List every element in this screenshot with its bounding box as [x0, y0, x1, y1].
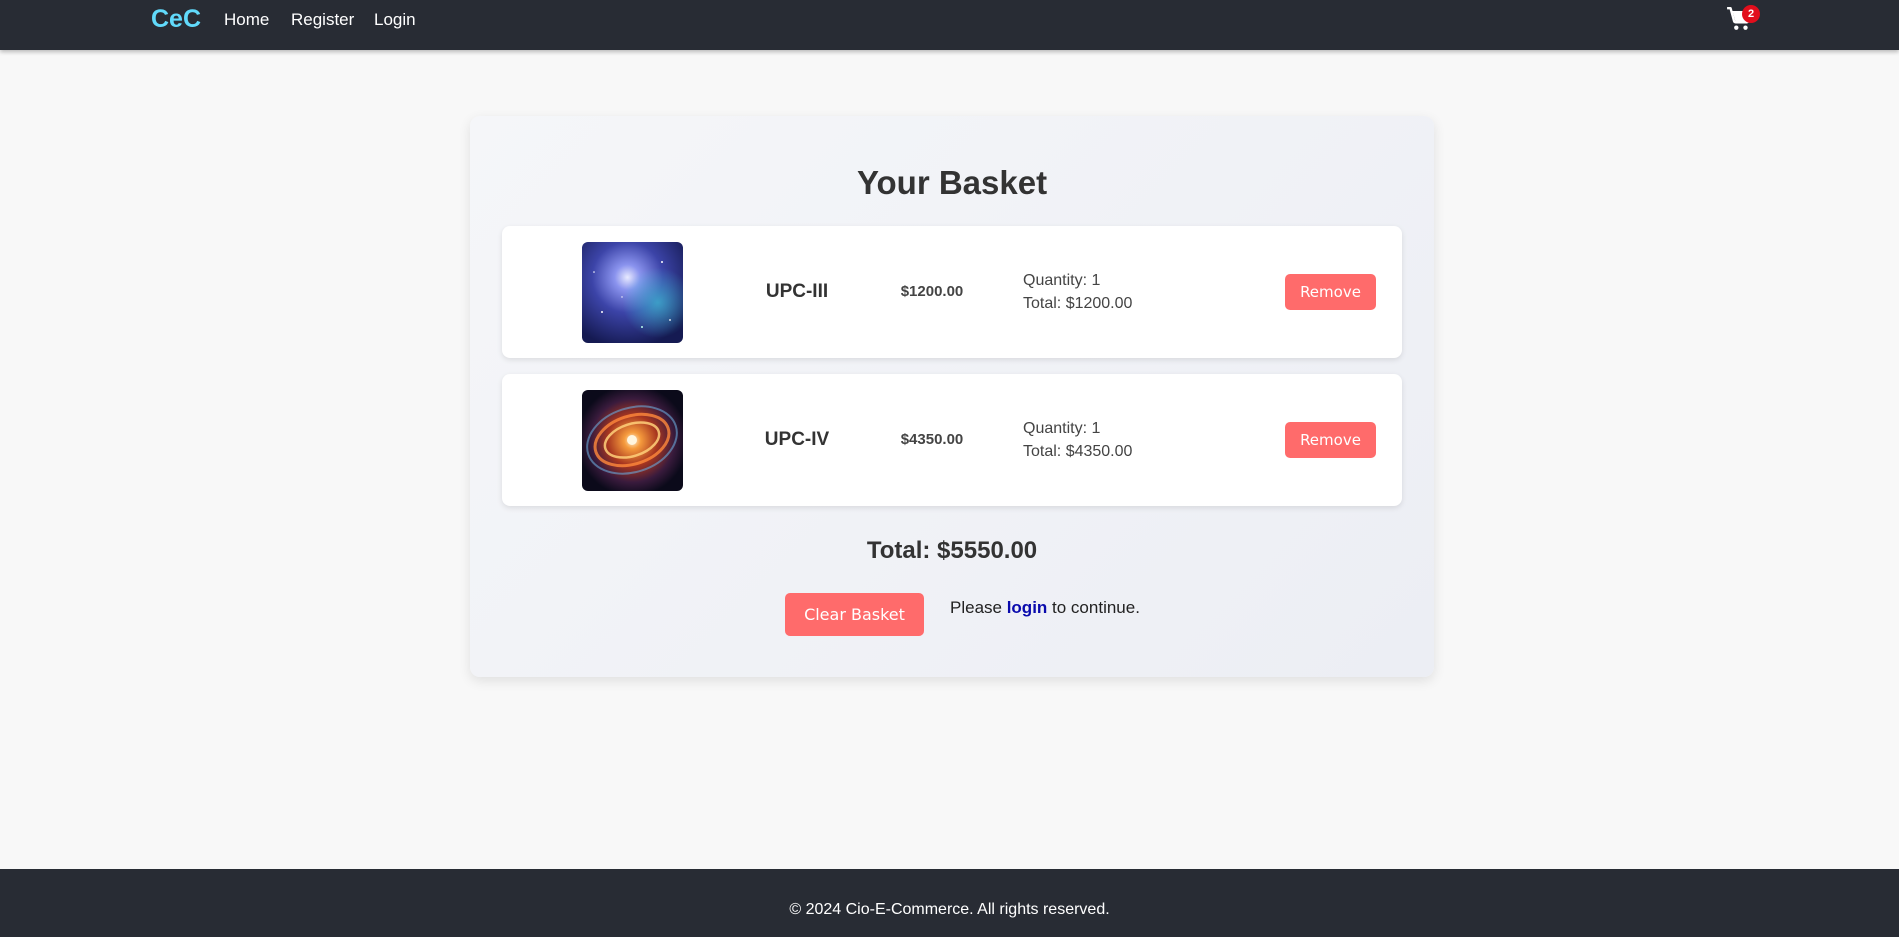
- basket-grand-total: Total: $5550.00: [866, 537, 1038, 564]
- cart-count-badge: 2: [1742, 5, 1760, 23]
- basket-item: UPC-III $1200.00 Quantity: 1 Total: $120…: [502, 226, 1402, 358]
- item-price: $4350.00: [900, 431, 964, 448]
- item-quantity: Quantity: 1: [1023, 272, 1101, 289]
- top-navbar: CeC Home Register Login 2: [0, 0, 1899, 50]
- login-link[interactable]: login: [1007, 598, 1048, 617]
- basket-title: Your Basket: [856, 164, 1048, 201]
- item-name: UPC-III: [765, 281, 829, 302]
- login-prompt-suffix: to continue.: [1047, 598, 1140, 617]
- remove-item-button[interactable]: Remove: [1285, 274, 1376, 310]
- item-price: $1200.00: [900, 283, 964, 300]
- brand-logo[interactable]: CeC: [151, 5, 201, 34]
- basket-item: UPC-IV $4350.00 Quantity: 1 Total: $4350…: [502, 374, 1402, 506]
- item-name: UPC-IV: [764, 429, 830, 450]
- item-total: Total: $1200.00: [1023, 295, 1133, 312]
- item-quantity: Quantity: 1: [1023, 420, 1101, 437]
- footer-copyright: © 2024 Cio-E-Commerce. All rights reserv…: [789, 901, 1110, 918]
- product-image: [582, 390, 683, 491]
- cart-button[interactable]: 2: [1726, 5, 1760, 34]
- remove-item-button[interactable]: Remove: [1285, 422, 1376, 458]
- nav-link-register[interactable]: Register: [291, 10, 354, 30]
- product-image: [582, 242, 683, 343]
- login-prompt-prefix: Please: [950, 598, 1007, 617]
- item-total: Total: $4350.00: [1023, 443, 1133, 460]
- basket-card: Your Basket UPC-III $1200.00 Quantity: 1…: [470, 116, 1434, 677]
- page-footer: © 2024 Cio-E-Commerce. All rights reserv…: [0, 869, 1899, 937]
- clear-basket-button[interactable]: Clear Basket: [785, 593, 924, 636]
- nav-link-login[interactable]: Login: [374, 10, 416, 30]
- nav-link-home[interactable]: Home: [224, 10, 269, 30]
- login-prompt: Please login to continue.: [950, 598, 1140, 618]
